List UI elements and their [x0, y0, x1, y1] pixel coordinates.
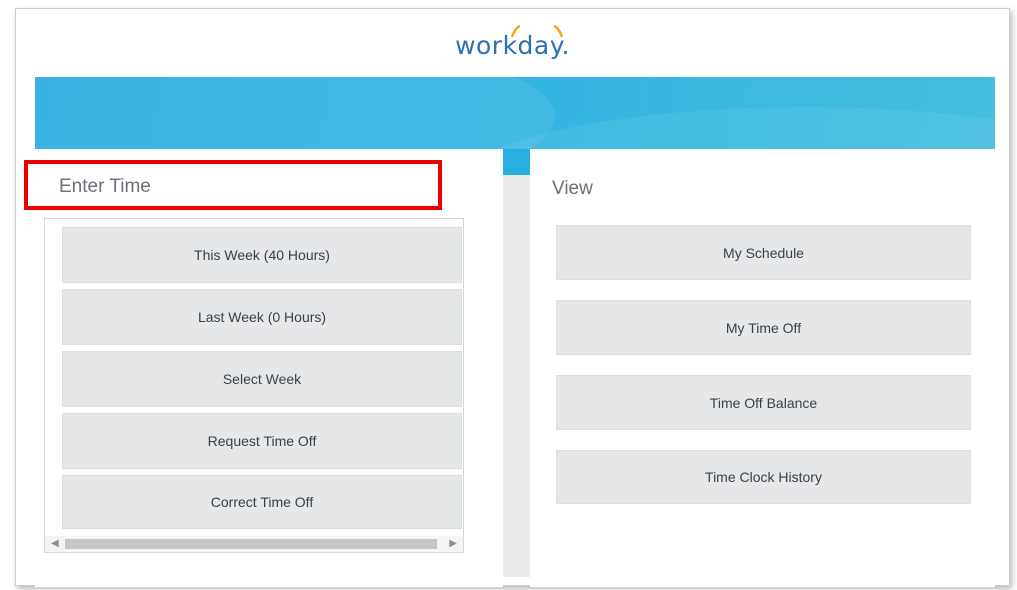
- panel-divider: [503, 149, 530, 577]
- time-off-balance-button[interactable]: Time Off Balance: [556, 375, 971, 430]
- divider-accent: [503, 149, 530, 175]
- header-banner: [35, 77, 995, 149]
- my-time-off-button[interactable]: My Time Off: [556, 300, 971, 355]
- correct-time-off-button[interactable]: Correct Time Off: [62, 475, 462, 529]
- select-week-button[interactable]: Select Week: [62, 351, 462, 407]
- logo-arcs-icon: [510, 25, 564, 38]
- this-week-button[interactable]: This Week (40 Hours): [62, 227, 462, 283]
- last-week-button[interactable]: Last Week (0 Hours): [62, 289, 462, 345]
- my-schedule-button[interactable]: My Schedule: [556, 225, 971, 280]
- view-panel: [530, 149, 995, 587]
- scroll-thumb[interactable]: [65, 539, 437, 549]
- view-title: View: [552, 178, 593, 199]
- enter-time-list: This Week (40 Hours) Last Week (0 Hours)…: [44, 218, 464, 553]
- horizontal-scrollbar[interactable]: ◀ ▶: [45, 536, 463, 552]
- scroll-left-icon[interactable]: ◀: [51, 538, 59, 549]
- scroll-right-icon[interactable]: ▶: [449, 538, 457, 549]
- request-time-off-button[interactable]: Request Time Off: [62, 413, 462, 469]
- enter-time-highlight-box: [24, 160, 442, 210]
- time-clock-history-button[interactable]: Time Clock History: [556, 450, 971, 504]
- workday-logo: workday.: [16, 25, 1009, 60]
